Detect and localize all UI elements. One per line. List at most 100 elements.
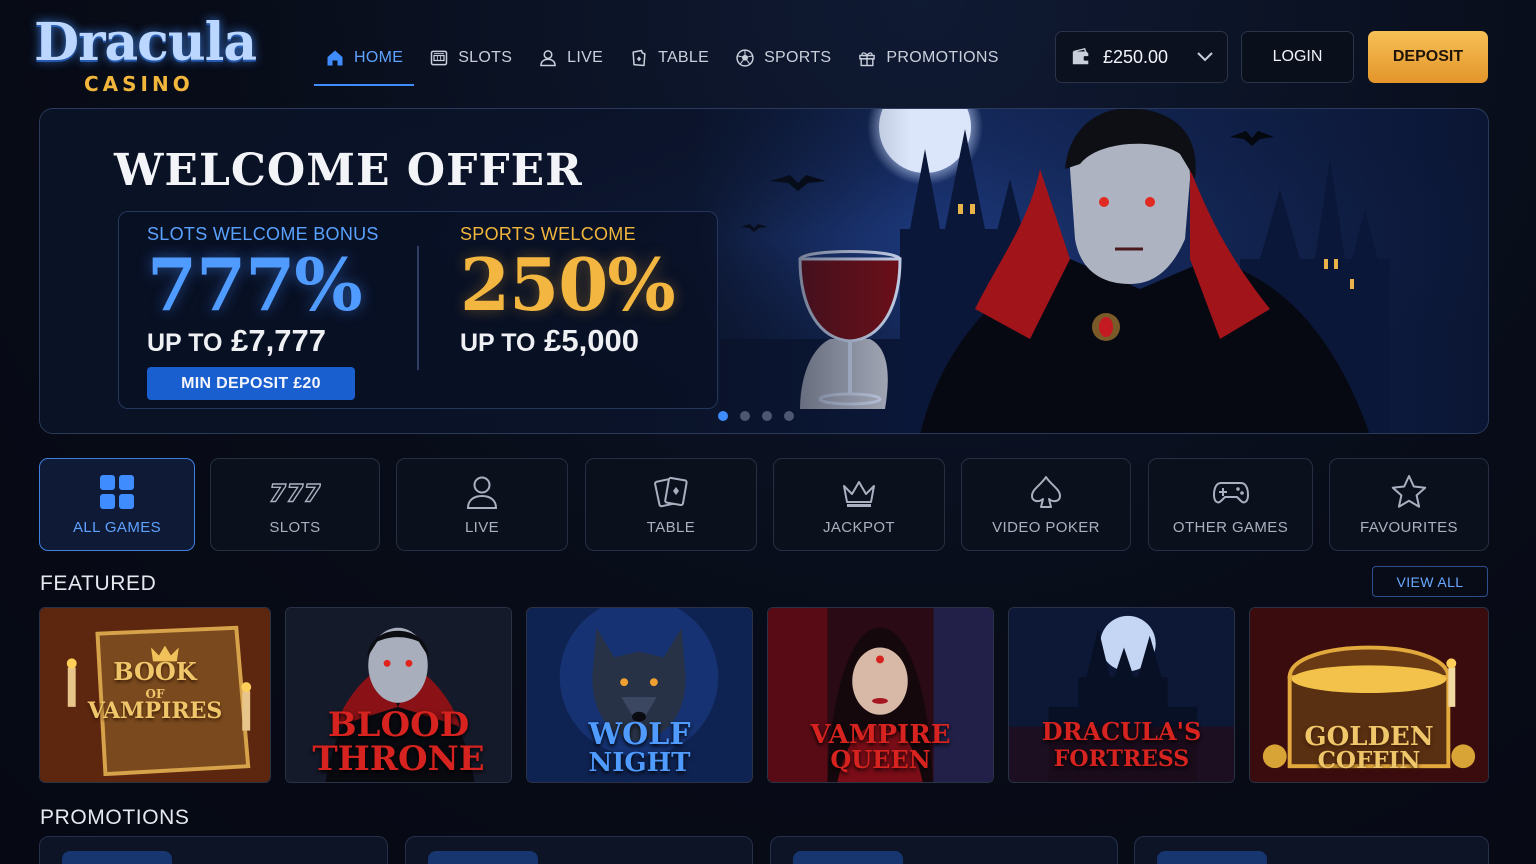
game-title-line: QUEEN: [830, 745, 931, 774]
game-title-line: BOOK: [113, 657, 197, 686]
logo-wordmark: Dracula: [34, 12, 257, 73]
nav-sports[interactable]: SPORTS: [722, 30, 844, 86]
slots-offer-percent: 777%: [147, 242, 363, 327]
category-label: TABLE: [646, 519, 696, 536]
sports-offer-percent: 250%: [460, 242, 676, 327]
nav-promotions[interactable]: PROMOTIONS: [844, 30, 1011, 86]
user-icon: [466, 476, 498, 509]
nav-slots[interactable]: SLOTS: [416, 30, 525, 86]
promo-card[interactable]: [770, 836, 1118, 864]
game-tile-golden-coffin[interactable]: GOLDEN COFFIN: [1249, 607, 1489, 783]
cards-icon: [632, 49, 646, 67]
wallet-amount: £250.00: [1103, 46, 1169, 67]
wallet-balance-dropdown[interactable]: £250.00: [1055, 31, 1228, 83]
promo-tag: [1157, 851, 1267, 864]
welcome-offer-banner[interactable]: WELCOME OFFER SLOTS WELCOME BONUS 777% U…: [39, 108, 1489, 434]
star-icon: [1391, 475, 1427, 508]
nav-table[interactable]: TABLE: [616, 30, 722, 86]
game-title-line: COFFIN: [1317, 747, 1421, 774]
nav-live[interactable]: LIVE: [525, 30, 616, 86]
category-label: FAVOURITES: [1360, 519, 1458, 536]
carousel-dot[interactable]: [718, 411, 728, 421]
spade-icon: [1031, 476, 1061, 508]
category-live[interactable]: LIVE: [396, 458, 568, 551]
carousel-dot[interactable]: [784, 411, 794, 421]
svg-text:777: 777: [269, 479, 321, 508]
carousel-dot[interactable]: [740, 411, 750, 421]
category-all-games[interactable]: ALL GAMES: [39, 458, 195, 551]
sports-offer: SPORTS WELCOME 250% UP TO £5,000: [460, 224, 676, 359]
login-button[interactable]: LOGIN: [1241, 31, 1354, 83]
carousel-dots: [718, 411, 794, 421]
category-label: ALL GAMES: [72, 519, 162, 536]
game-title-line: WOLF: [588, 717, 691, 752]
deposit-button[interactable]: DEPOSIT: [1368, 31, 1488, 83]
game-tile-blood-throne[interactable]: BLOOD THRONE: [285, 607, 512, 783]
carousel-dot[interactable]: [762, 411, 772, 421]
game-title-line: DRACULA'S: [1041, 717, 1202, 746]
game-tile-draculas-fortress[interactable]: DRACULA'S FORTRESS: [1008, 607, 1235, 783]
featured-heading: FEATURED: [40, 572, 157, 595]
slots-offer-amount-line: UP TO £7,777: [147, 323, 379, 359]
home-icon: [327, 50, 343, 66]
nav-label: TABLE: [658, 49, 710, 66]
game-title-line: NIGHT: [588, 748, 691, 778]
cards-icon: [654, 476, 688, 508]
promotions-heading: PROMOTIONS: [40, 806, 190, 829]
category-label: VIDEO POKER: [992, 519, 1100, 536]
category-video-poker[interactable]: VIDEO POKER: [961, 458, 1131, 551]
promo-card[interactable]: [1134, 836, 1489, 864]
casino-logo[interactable]: Dracula CASINO: [34, 12, 257, 96]
user-icon: [540, 50, 557, 67]
hero-title: WELCOME OFFER: [114, 145, 583, 196]
main-nav: HOME SLOTS LIVE TABLE SPORTS PROMOTIONS: [312, 30, 1012, 86]
view-all-button[interactable]: VIEW ALL: [1372, 566, 1488, 597]
nav-label: LIVE: [567, 49, 604, 66]
nav-label: HOME: [354, 49, 404, 66]
sports-up-to: UP TO: [460, 329, 536, 357]
game-title-line: FORTRESS: [1053, 746, 1190, 772]
category-label: LIVE: [464, 519, 500, 536]
promo-tag: [62, 851, 172, 864]
sports-offer-amount: £5,000: [544, 323, 639, 358]
777-icon: 777: [269, 478, 321, 508]
category-jackpot[interactable]: JACKPOT: [773, 458, 945, 551]
nav-label: SLOTS: [458, 49, 513, 66]
offer-divider: [417, 246, 419, 370]
game-title-line: VAMPIRES: [87, 698, 223, 724]
slots-offer: SLOTS WELCOME BONUS 777% UP TO £7,777: [147, 224, 379, 359]
gift-icon: [859, 52, 876, 67]
casino-page: Dracula CASINO HOME SLOTS LIVE TABLE SPO…: [0, 0, 1536, 864]
game-tile-book-of-vampires[interactable]: BOOK OF VAMPIRES: [39, 607, 271, 783]
slots-offer-amount: £7,777: [231, 323, 326, 358]
promo-tag: [793, 851, 903, 864]
chevron-down-icon: [1197, 52, 1213, 62]
logo-subtitle: CASINO: [84, 72, 194, 96]
slots-up-to: UP TO: [147, 329, 223, 357]
nav-label: SPORTS: [764, 49, 832, 66]
gamepad-icon: [1212, 482, 1249, 504]
nav-label: PROMOTIONS: [886, 49, 999, 66]
min-deposit-button[interactable]: MIN DEPOSIT £20: [147, 367, 355, 400]
game-tile-vampire-queen[interactable]: VAMPIRE QUEEN: [767, 607, 994, 783]
category-other-games[interactable]: OTHER GAMES: [1148, 458, 1313, 551]
promo-card[interactable]: [405, 836, 753, 864]
game-title-line: BLOOD: [327, 705, 470, 745]
game-tile-wolf-night[interactable]: WOLF NIGHT: [526, 607, 753, 783]
game-title-line: THRONE: [312, 739, 485, 779]
crown-icon: [843, 481, 875, 507]
nav-home[interactable]: HOME: [312, 30, 416, 86]
category-label: SLOTS: [269, 519, 321, 536]
category-label: OTHER GAMES: [1172, 519, 1289, 536]
promo-card[interactable]: [39, 836, 388, 864]
sports-offer-amount-line: UP TO £5,000: [460, 323, 675, 359]
wallet-icon: [1072, 47, 1091, 65]
category-slots[interactable]: 777 SLOTS: [210, 458, 380, 551]
slot-machine-icon: [430, 50, 448, 66]
grid-icon: [100, 475, 134, 509]
game-categories: ALL GAMES 777 SLOTS LIVE TABLE JACKPOT V…: [39, 458, 1489, 551]
category-favourites[interactable]: FAVOURITES: [1329, 458, 1489, 551]
category-label: JACKPOT: [823, 519, 895, 536]
promo-tag: [428, 851, 538, 864]
category-table[interactable]: TABLE: [585, 458, 757, 551]
